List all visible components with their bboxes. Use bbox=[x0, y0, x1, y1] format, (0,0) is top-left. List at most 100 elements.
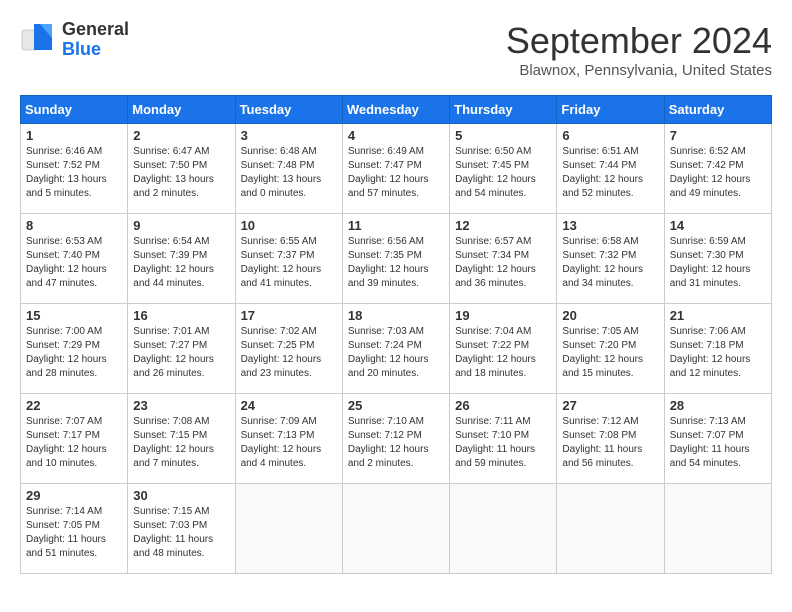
calendar-day bbox=[664, 484, 771, 574]
day-info: Sunrise: 6:56 AMSunset: 7:35 PMDaylight:… bbox=[348, 235, 444, 291]
day-number: 20 bbox=[562, 308, 658, 323]
calendar-day: 10 Sunrise: 6:55 AMSunset: 7:37 PMDayligh… bbox=[235, 214, 342, 304]
calendar-week-row: 22Sunrise: 7:07 AMSunset: 7:17 PMDayligh… bbox=[21, 394, 772, 484]
calendar-day: 5 Sunrise: 6:50 AMSunset: 7:45 PMDaylight… bbox=[450, 124, 557, 214]
day-number: 15 bbox=[26, 308, 122, 323]
day-info: Sunrise: 7:06 AMSunset: 7:18 PMDaylight:… bbox=[670, 325, 766, 381]
calendar-day: 25 Sunrise: 7:10 AMSunset: 7:12 PMDayligh… bbox=[342, 394, 449, 484]
calendar-day: 18 Sunrise: 7:03 AMSunset: 7:24 PMDayligh… bbox=[342, 304, 449, 394]
day-number: 16 bbox=[133, 308, 229, 323]
day-number: 6 bbox=[562, 128, 658, 143]
calendar-day: 6 Sunrise: 6:51 AMSunset: 7:44 PMDaylight… bbox=[557, 124, 664, 214]
weekday-header-thursday: Thursday bbox=[450, 96, 557, 124]
calendar-day: 12 Sunrise: 6:57 AMSunset: 7:34 PMDayligh… bbox=[450, 214, 557, 304]
day-info: Sunrise: 7:05 AMSunset: 7:20 PMDaylight:… bbox=[562, 325, 658, 381]
weekday-header-tuesday: Tuesday bbox=[235, 96, 342, 124]
day-info: Sunrise: 6:48 AMSunset: 7:48 PMDaylight:… bbox=[241, 145, 337, 201]
page-header: General Blue September 2024 Blawnox, Pen… bbox=[20, 20, 772, 79]
day-info: Sunrise: 6:57 AMSunset: 7:34 PMDaylight:… bbox=[455, 235, 551, 291]
day-number: 11 bbox=[348, 218, 444, 233]
day-info: Sunrise: 7:10 AMSunset: 7:12 PMDaylight:… bbox=[348, 415, 444, 471]
calendar-day: 4 Sunrise: 6:49 AMSunset: 7:47 PMDaylight… bbox=[342, 124, 449, 214]
day-info: Sunrise: 7:07 AMSunset: 7:17 PMDaylight:… bbox=[26, 415, 122, 471]
day-number: 23 bbox=[133, 398, 229, 413]
day-info: Sunrise: 7:09 AMSunset: 7:13 PMDaylight:… bbox=[241, 415, 337, 471]
calendar-day: 24Sunrise: 7:09 AMSunset: 7:13 PMDayligh… bbox=[235, 394, 342, 484]
weekday-header-saturday: Saturday bbox=[664, 96, 771, 124]
day-number: 5 bbox=[455, 128, 551, 143]
calendar-day: 21 Sunrise: 7:06 AMSunset: 7:18 PMDayligh… bbox=[664, 304, 771, 394]
calendar-day: 9 Sunrise: 6:54 AMSunset: 7:39 PMDaylight… bbox=[128, 214, 235, 304]
day-number: 7 bbox=[670, 128, 766, 143]
calendar-day bbox=[450, 484, 557, 574]
day-number: 1 bbox=[26, 128, 122, 143]
calendar-day: 1 Sunrise: 6:46 AMSunset: 7:52 PMDaylight… bbox=[21, 124, 128, 214]
day-info: Sunrise: 7:11 AMSunset: 7:10 PMDaylight:… bbox=[455, 415, 551, 471]
day-info: Sunrise: 6:54 AMSunset: 7:39 PMDaylight:… bbox=[133, 235, 229, 291]
calendar-day: 23 Sunrise: 7:08 AMSunset: 7:15 PMDayligh… bbox=[128, 394, 235, 484]
calendar-day: 7 Sunrise: 6:52 AMSunset: 7:42 PMDaylight… bbox=[664, 124, 771, 214]
month-title: September 2024 bbox=[506, 20, 772, 62]
day-info: Sunrise: 6:46 AMSunset: 7:52 PMDaylight:… bbox=[26, 145, 122, 201]
calendar-day: 11 Sunrise: 6:56 AMSunset: 7:35 PMDayligh… bbox=[342, 214, 449, 304]
day-info: Sunrise: 6:52 AMSunset: 7:42 PMDaylight:… bbox=[670, 145, 766, 201]
calendar-day: 2 Sunrise: 6:47 AMSunset: 7:50 PMDaylight… bbox=[128, 124, 235, 214]
day-number: 9 bbox=[133, 218, 229, 233]
day-number: 28 bbox=[670, 398, 766, 413]
calendar-day: 14 Sunrise: 6:59 AMSunset: 7:30 PMDayligh… bbox=[664, 214, 771, 304]
calendar-day bbox=[557, 484, 664, 574]
calendar-day: 17Sunrise: 7:02 AMSunset: 7:25 PMDayligh… bbox=[235, 304, 342, 394]
day-info: Sunrise: 7:00 AMSunset: 7:29 PMDaylight:… bbox=[26, 325, 122, 381]
day-info: Sunrise: 7:14 AMSunset: 7:05 PMDaylight:… bbox=[26, 505, 122, 561]
weekday-header-monday: Monday bbox=[128, 96, 235, 124]
calendar-day bbox=[235, 484, 342, 574]
day-number: 29 bbox=[26, 488, 122, 503]
logo-text: General Blue bbox=[62, 20, 129, 60]
calendar-day: 20 Sunrise: 7:05 AMSunset: 7:20 PMDayligh… bbox=[557, 304, 664, 394]
weekday-header-row: SundayMondayTuesdayWednesdayThursdayFrid… bbox=[21, 96, 772, 124]
calendar-day: 27Sunrise: 7:12 AMSunset: 7:08 PMDayligh… bbox=[557, 394, 664, 484]
day-info: Sunrise: 7:04 AMSunset: 7:22 PMDaylight:… bbox=[455, 325, 551, 381]
calendar-day: 16Sunrise: 7:01 AMSunset: 7:27 PMDayligh… bbox=[128, 304, 235, 394]
day-info: Sunrise: 6:50 AMSunset: 7:45 PMDaylight:… bbox=[455, 145, 551, 201]
day-number: 2 bbox=[133, 128, 229, 143]
title-block: September 2024 Blawnox, Pennsylvania, Un… bbox=[506, 20, 772, 79]
day-info: Sunrise: 6:55 AMSunset: 7:37 PMDaylight:… bbox=[241, 235, 337, 291]
day-number: 10 bbox=[241, 218, 337, 233]
day-number: 25 bbox=[348, 398, 444, 413]
day-info: Sunrise: 7:03 AMSunset: 7:24 PMDaylight:… bbox=[348, 325, 444, 381]
weekday-header-sunday: Sunday bbox=[21, 96, 128, 124]
calendar-day: 28Sunrise: 7:13 AMSunset: 7:07 PMDayligh… bbox=[664, 394, 771, 484]
calendar-day bbox=[342, 484, 449, 574]
day-info: Sunrise: 6:49 AMSunset: 7:47 PMDaylight:… bbox=[348, 145, 444, 201]
day-number: 21 bbox=[670, 308, 766, 323]
day-info: Sunrise: 7:08 AMSunset: 7:15 PMDaylight:… bbox=[133, 415, 229, 471]
day-info: Sunrise: 6:58 AMSunset: 7:32 PMDaylight:… bbox=[562, 235, 658, 291]
calendar-day: 13Sunrise: 6:58 AMSunset: 7:32 PMDayligh… bbox=[557, 214, 664, 304]
day-number: 8 bbox=[26, 218, 122, 233]
calendar-week-row: 29 Sunrise: 7:14 AMSunset: 7:05 PMDayligh… bbox=[21, 484, 772, 574]
calendar-day: 26 Sunrise: 7:11 AMSunset: 7:10 PMDayligh… bbox=[450, 394, 557, 484]
day-number: 18 bbox=[348, 308, 444, 323]
logo-icon bbox=[20, 22, 56, 58]
day-number: 19 bbox=[455, 308, 551, 323]
day-number: 4 bbox=[348, 128, 444, 143]
calendar-day: 22Sunrise: 7:07 AMSunset: 7:17 PMDayligh… bbox=[21, 394, 128, 484]
day-number: 14 bbox=[670, 218, 766, 233]
calendar-day: 30Sunrise: 7:15 AMSunset: 7:03 PMDayligh… bbox=[128, 484, 235, 574]
calendar-day: 8 Sunrise: 6:53 AMSunset: 7:40 PMDaylight… bbox=[21, 214, 128, 304]
day-info: Sunrise: 6:53 AMSunset: 7:40 PMDaylight:… bbox=[26, 235, 122, 291]
day-info: Sunrise: 6:51 AMSunset: 7:44 PMDaylight:… bbox=[562, 145, 658, 201]
calendar-week-row: 1 Sunrise: 6:46 AMSunset: 7:52 PMDaylight… bbox=[21, 124, 772, 214]
logo-general: General bbox=[62, 19, 129, 39]
day-number: 12 bbox=[455, 218, 551, 233]
day-number: 30 bbox=[133, 488, 229, 503]
weekday-header-friday: Friday bbox=[557, 96, 664, 124]
day-number: 17 bbox=[241, 308, 337, 323]
weekday-header-wednesday: Wednesday bbox=[342, 96, 449, 124]
day-info: Sunrise: 6:59 AMSunset: 7:30 PMDaylight:… bbox=[670, 235, 766, 291]
location: Blawnox, Pennsylvania, United States bbox=[506, 62, 772, 79]
calendar-day: 29 Sunrise: 7:14 AMSunset: 7:05 PMDayligh… bbox=[21, 484, 128, 574]
day-number: 26 bbox=[455, 398, 551, 413]
day-info: Sunrise: 6:47 AMSunset: 7:50 PMDaylight:… bbox=[133, 145, 229, 201]
